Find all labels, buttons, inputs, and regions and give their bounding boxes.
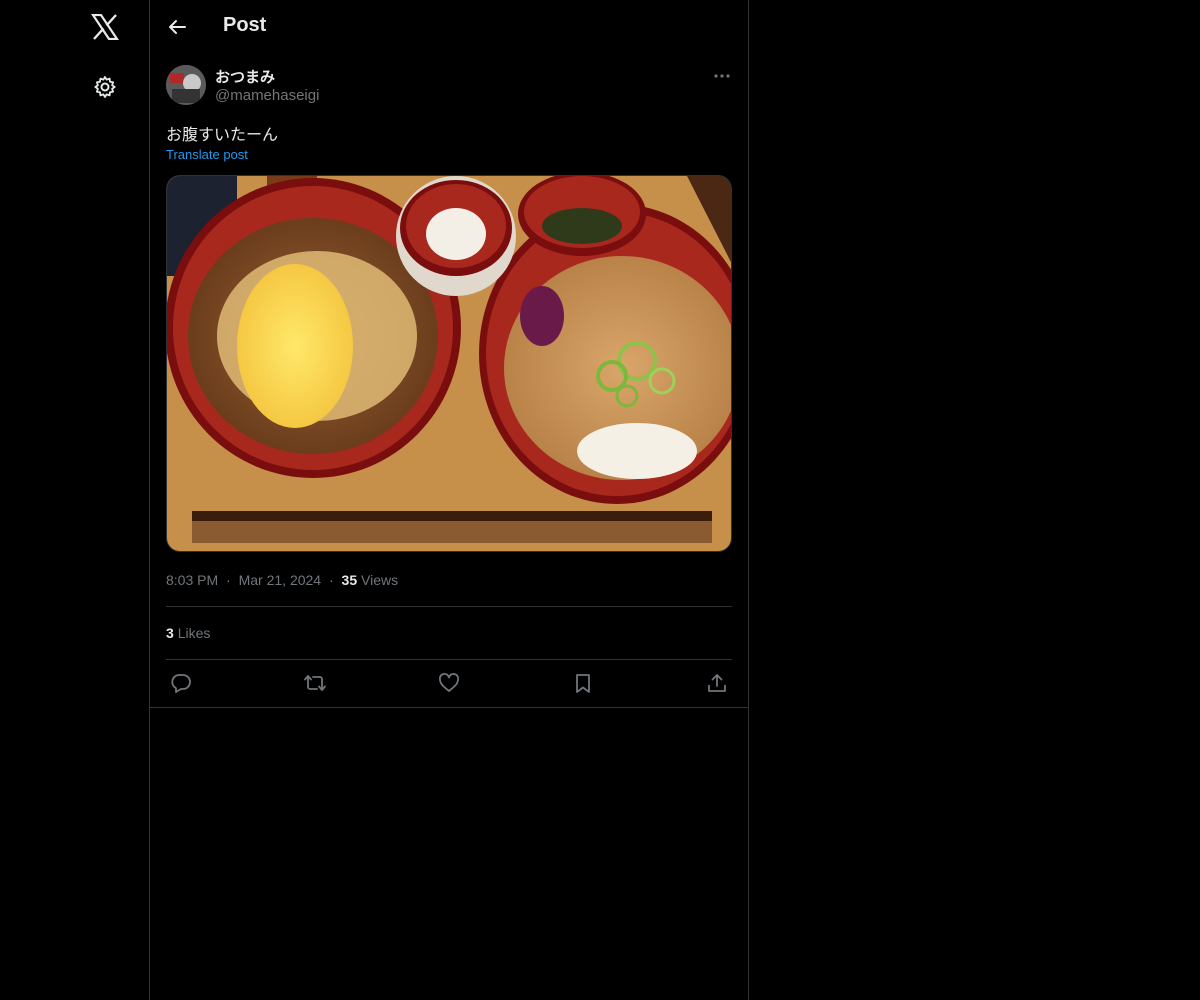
gear-icon[interactable] — [89, 71, 121, 103]
views-count: 35 — [341, 572, 358, 588]
sidebar — [0, 0, 149, 1000]
post-date[interactable]: Mar 21, 2024 — [239, 572, 322, 588]
reply-icon[interactable] — [168, 670, 194, 696]
page-title: Post — [223, 14, 267, 36]
action-bar — [166, 670, 732, 696]
post-text: お腹すいたーん — [166, 127, 279, 144]
share-icon[interactable] — [704, 670, 730, 696]
translate-post-link[interactable]: Translate post — [166, 147, 248, 162]
divider — [166, 606, 732, 607]
repost-icon[interactable] — [302, 670, 328, 696]
x-logo-icon[interactable] — [88, 10, 122, 44]
divider — [150, 707, 748, 708]
post-meta: 8:03 PM · Mar 21, 2024 · 35 Views — [166, 572, 398, 588]
author-name[interactable]: おつまみ — [215, 66, 275, 87]
post-photo[interactable] — [166, 175, 732, 552]
author-handle[interactable]: @mamehaseigi — [215, 87, 319, 104]
likes-stat[interactable]: 3 Likes — [166, 625, 210, 641]
likes-label: Likes — [177, 625, 211, 641]
bookmark-icon[interactable] — [570, 670, 596, 696]
views-label: Views — [361, 572, 399, 588]
separator: · — [328, 572, 334, 588]
header: Post — [150, 0, 748, 53]
arrow-left-icon[interactable] — [162, 12, 192, 42]
separator: · — [226, 572, 231, 588]
divider — [166, 659, 732, 660]
post-time[interactable]: 8:03 PM — [166, 572, 218, 588]
likes-count: 3 — [166, 625, 174, 641]
more-options-icon[interactable] — [710, 64, 734, 88]
post-column: Post おつまみ @mamehaseigi お腹すいたーん Translate… — [149, 0, 749, 1000]
avatar[interactable] — [166, 65, 206, 105]
heart-icon[interactable] — [436, 670, 462, 696]
